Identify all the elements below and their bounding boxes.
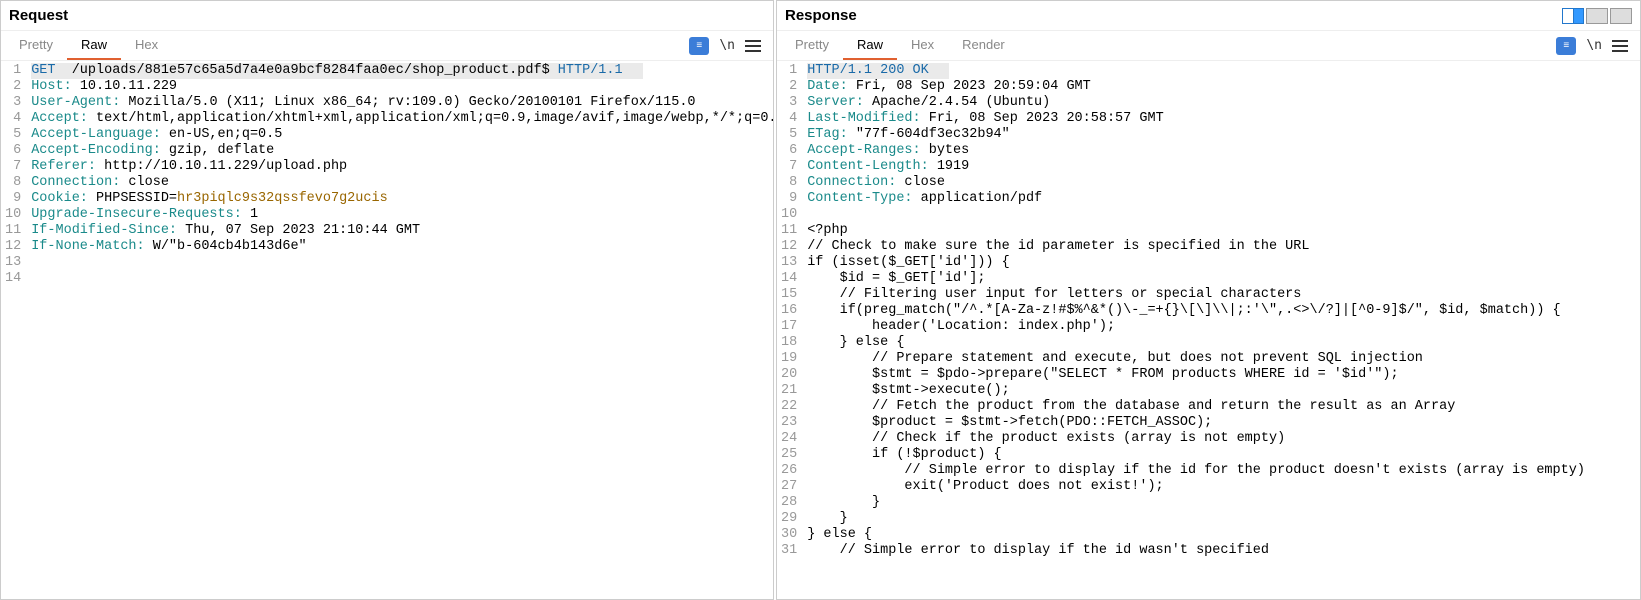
layout-vertical-button[interactable] (1562, 8, 1584, 24)
menu-icon[interactable] (1612, 40, 1628, 52)
tab-raw[interactable]: Raw (67, 31, 121, 60)
request-editor[interactable]: 1 2 3 4 5 6 7 8 9 10 11 12 13 14 GET /up… (1, 61, 773, 599)
layout-buttons (1554, 4, 1640, 28)
tab-hex[interactable]: Hex (897, 31, 948, 60)
request-header: Request (1, 1, 773, 31)
menu-icon[interactable] (745, 40, 761, 52)
request-toolbar: ≡ \n (689, 37, 769, 55)
tab-hex[interactable]: Hex (121, 31, 172, 60)
response-toolbar: ≡ \n (1556, 37, 1636, 55)
response-editor[interactable]: 1 2 3 4 5 6 7 8 9 10 11 12 13 14 15 16 1… (777, 61, 1640, 599)
layout-horizontal-button[interactable] (1586, 8, 1608, 24)
action-icon[interactable]: ≡ (1556, 37, 1576, 55)
wrap-icon[interactable]: \n (719, 38, 735, 53)
request-pane: Request PrettyRawHex ≡ \n 1 2 3 4 5 6 7 … (0, 0, 774, 600)
response-header: Response (777, 1, 1640, 31)
tab-pretty[interactable]: Pretty (781, 31, 843, 60)
layout-single-button[interactable] (1610, 8, 1632, 24)
tab-pretty[interactable]: Pretty (5, 31, 67, 60)
response-title: Response (777, 1, 865, 30)
action-icon[interactable]: ≡ (689, 37, 709, 55)
wrap-icon[interactable]: \n (1586, 38, 1602, 53)
response-tabs: PrettyRawHexRender ≡ \n (777, 31, 1640, 61)
request-title: Request (1, 1, 76, 30)
tab-raw[interactable]: Raw (843, 31, 897, 60)
response-pane: Response PrettyRawHexRender ≡ \n 1 2 3 4… (776, 0, 1641, 600)
request-tabs: PrettyRawHex ≡ \n (1, 31, 773, 61)
tab-render[interactable]: Render (948, 31, 1019, 60)
